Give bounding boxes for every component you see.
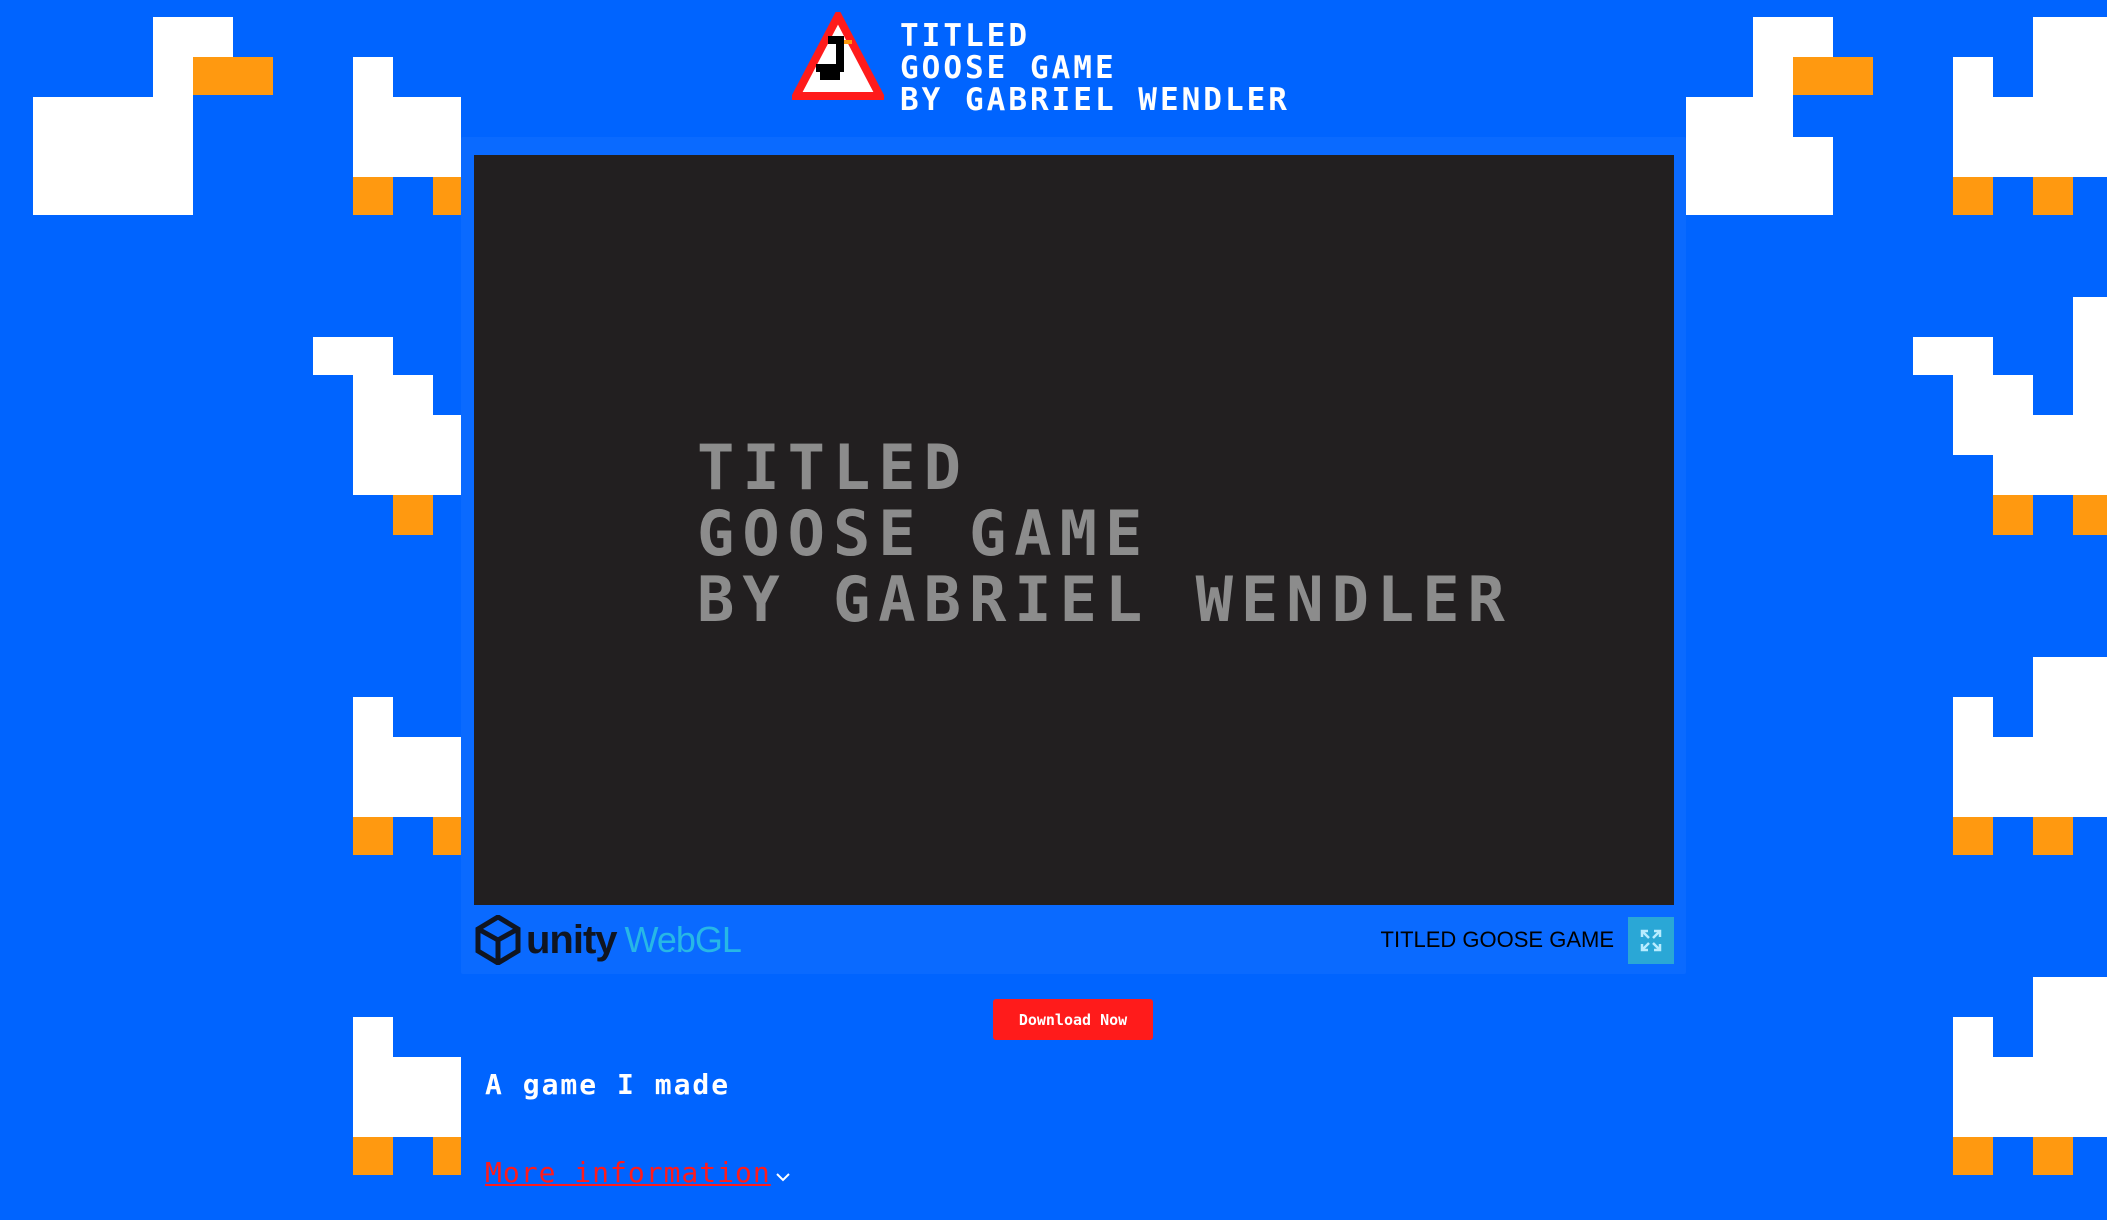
webgl-wordmark: WebGL	[624, 919, 742, 960]
game-name-label: TITLED GOOSE GAME	[1380, 927, 1614, 952]
fullscreen-icon	[1640, 929, 1662, 952]
fullscreen-button[interactable]	[1628, 917, 1674, 964]
site-title: TITLED GOOSE GAME BY GABRIEL WENDLER	[900, 20, 1290, 116]
unity-wordmark: unity	[526, 917, 618, 962]
canvas-title-line: TITLED	[697, 431, 969, 504]
more-information-toggle[interactable]: More information	[485, 1156, 791, 1189]
game-canvas[interactable]: TITLED GOOSE GAME BY GABRIEL WENDLER	[474, 155, 1674, 905]
game-description: A game I made	[485, 1068, 731, 1101]
unity-webgl-container: TITLED GOOSE GAME BY GABRIEL WENDLER uni…	[461, 137, 1686, 974]
chevron-down-icon[interactable]	[775, 1171, 791, 1183]
more-information-link[interactable]: More information	[485, 1156, 771, 1189]
site-title-line: TITLED	[900, 18, 1030, 54]
canvas-title-line: GOOSE GAME	[697, 497, 1151, 570]
goose-warning-sign-icon	[792, 12, 884, 100]
site-header: TITLED GOOSE GAME BY GABRIEL WENDLER	[792, 12, 1352, 116]
canvas-title-line: BY GABRIEL WENDLER	[697, 563, 1513, 636]
canvas-title: TITLED GOOSE GAME BY GABRIEL WENDLER	[697, 435, 1513, 633]
unity-logo-icon	[475, 915, 521, 965]
site-title-line: GOOSE GAME	[900, 50, 1117, 86]
site-title-line: BY GABRIEL WENDLER	[900, 82, 1290, 118]
webgl-footer: unity WebGL TITLED GOOSE GAME	[474, 905, 1674, 974]
download-now-button[interactable]: Download Now	[993, 999, 1153, 1040]
unity-webgl-logo: unity WebGL	[474, 915, 742, 965]
